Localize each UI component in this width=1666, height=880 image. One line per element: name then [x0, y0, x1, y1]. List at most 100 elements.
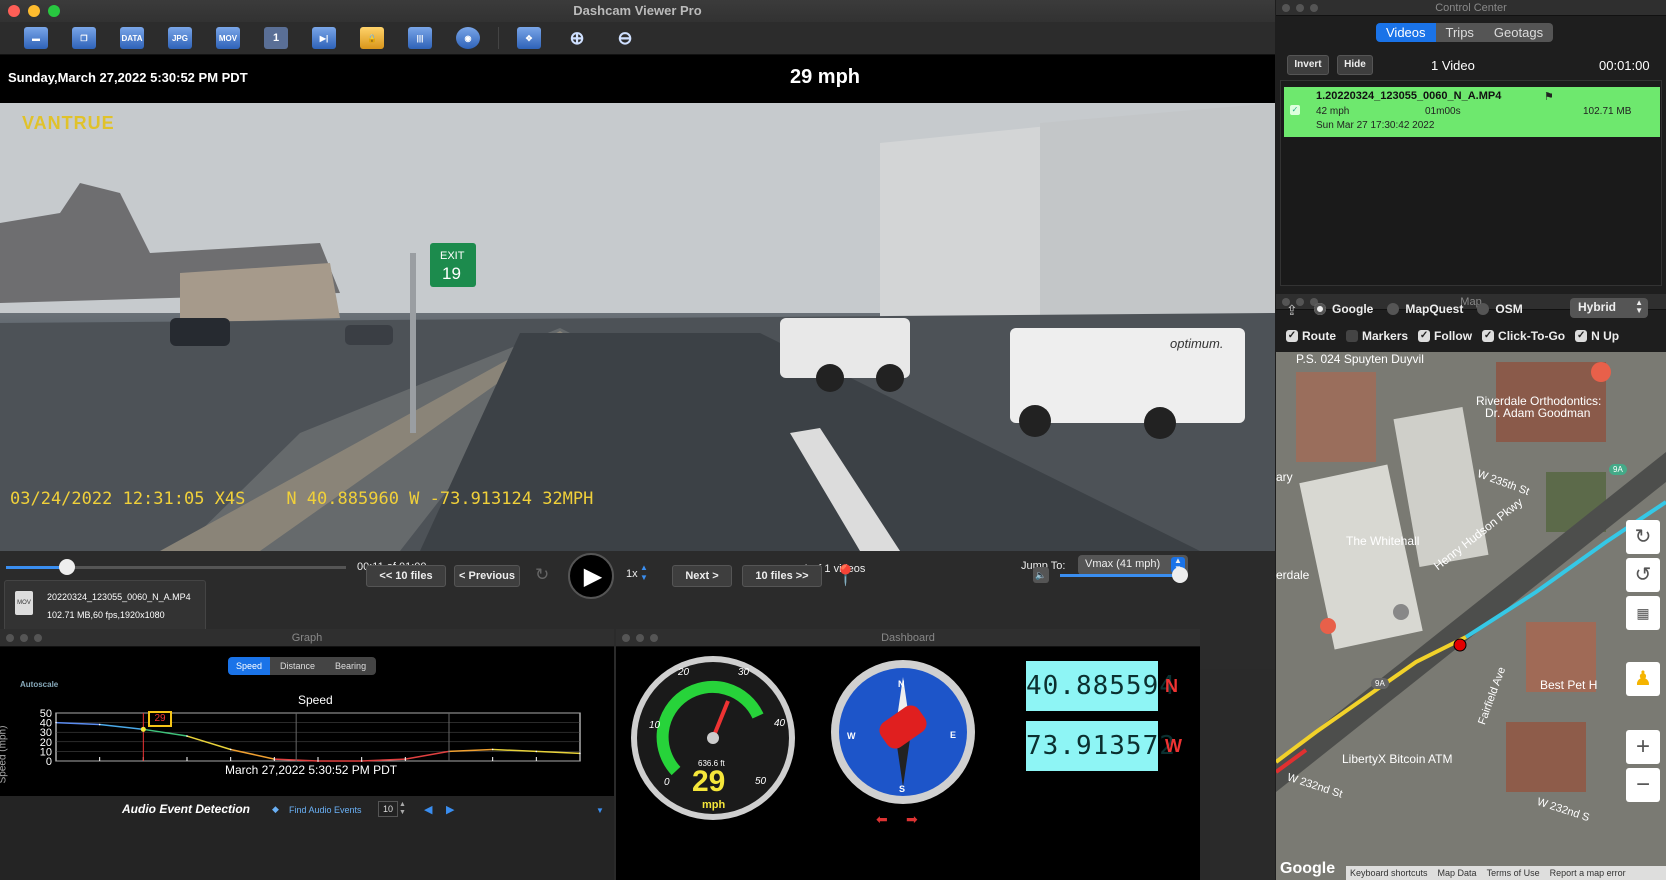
replay-icon[interactable]: ↻ [535, 565, 549, 585]
tab-trips[interactable]: Trips [1435, 23, 1484, 42]
option-markers[interactable]: Markers [1346, 329, 1408, 343]
previous-button[interactable]: < Previous [454, 565, 520, 587]
find-audio-events-link[interactable]: Find Audio Events [289, 805, 362, 815]
option-follow[interactable]: ✓ Follow [1418, 329, 1472, 343]
next-10-files-button[interactable]: 10 files >> [742, 565, 822, 587]
hide-button[interactable]: Hide [1337, 55, 1373, 75]
option-click-to-go[interactable]: ✓ Click-To-Go [1482, 329, 1565, 343]
total-duration: 00:01:00 [1599, 58, 1650, 73]
provider-mapquest-label: MapQuest [1405, 302, 1464, 316]
single-view-button[interactable]: 1 [252, 23, 300, 53]
close-button[interactable] [8, 5, 20, 17]
gauge-tick-10: 10 [649, 720, 661, 731]
record-button[interactable]: ◉ [444, 23, 492, 53]
footer-map-data[interactable]: Map Data [1438, 868, 1477, 878]
map-options: ✓ Route Markers ✓ Follow ✓ Click-To-Go ✓ N U… [1286, 329, 1629, 343]
seek-knob[interactable] [59, 559, 76, 575]
open-folder-button[interactable]: ▬ [12, 23, 60, 53]
video-checkbox[interactable]: ✓ [1290, 105, 1300, 115]
share-icon[interactable]: ⇪ [1286, 302, 1298, 319]
expand-chevron-icon[interactable]: ▼ [596, 806, 604, 815]
provider-google[interactable]: Google [1314, 302, 1373, 316]
tab-geotags[interactable]: Geotags [1483, 23, 1554, 42]
speaker-icon[interactable]: 🔈 [1033, 567, 1049, 583]
fullscreen-button[interactable]: ✥ [505, 23, 553, 53]
dashboard-titlebar: Dashboard [616, 629, 1200, 647]
footer-report-error[interactable]: Report a map error [1550, 868, 1626, 878]
provider-mapquest[interactable]: MapQuest [1387, 302, 1463, 316]
provider-osm[interactable]: OSM [1477, 302, 1523, 316]
seek-track[interactable] [6, 559, 346, 575]
speed-point [491, 748, 494, 751]
satellite-map[interactable]: P.S. 024 Spuyten Duyvil Riverdale Orthod… [1276, 352, 1666, 880]
map-window: Map ⇪ Google MapQuest OSM Hybrid ▲ ▼ ✓ Rou… [1276, 294, 1666, 880]
video-datetime: Sunday,March 27,2022 5:30:52 PM PDT [8, 70, 248, 85]
tab-distance[interactable]: Distance [270, 657, 326, 675]
tab-bearing[interactable]: Bearing [325, 657, 377, 675]
chart-ylabel: Speed (mph) [0, 725, 9, 784]
zoom-out-button[interactable]: ⊖ [601, 23, 649, 53]
tab-speed[interactable]: Speed [228, 657, 271, 675]
footer-keyboard-shortcuts[interactable]: Keyboard shortcuts [1350, 868, 1428, 878]
graph-title: Graph [291, 632, 323, 644]
playback-rate: 1x [626, 568, 638, 580]
next-button[interactable]: Next > [672, 565, 732, 587]
footer-terms[interactable]: Terms of Use [1487, 868, 1540, 878]
pegman-icon[interactable]: ♟ [1626, 662, 1660, 696]
volume-track[interactable] [1060, 567, 1188, 583]
video-overlay-text: 03/24/2022 12:31:05 X4S N 40.885960 W -7… [10, 489, 594, 509]
control-center-titlebar: Control Center [1276, 0, 1666, 16]
compass-w: W [847, 731, 856, 741]
prev-10-files-button[interactable]: << 10 files [366, 565, 446, 587]
copy-button[interactable]: ❐ [60, 23, 108, 53]
rate-stepper-icon[interactable]: ▲ ▼ [640, 563, 648, 583]
tab-videos[interactable]: Videos [1376, 23, 1436, 42]
map-type-select[interactable]: Hybrid ▲ ▼ [1570, 298, 1648, 318]
video-list-item[interactable]: ✓ 1.20220324_123055_0060_N_A.MP4 ⚑ 42 mp… [1284, 87, 1660, 137]
map-zoom-in-button[interactable]: + [1626, 730, 1660, 764]
map-rotate-ccw-button[interactable]: ↺ [1626, 558, 1660, 592]
speed-line-segment [186, 735, 231, 751]
gauge-tick-50: 50 [755, 776, 767, 787]
speed-point [579, 752, 581, 755]
video-item-name: 1.20220324_123055_0060_N_A.MP4 [1316, 90, 1502, 102]
speed-line-segment [405, 750, 450, 760]
speed-chart[interactable]: 50403020100 [30, 709, 590, 769]
option-n-up[interactable]: ✓ N Up [1575, 329, 1619, 343]
threshold-field[interactable]: 10 [378, 801, 398, 817]
volume-knob[interactable] [1171, 567, 1188, 583]
threshold-stepper-icon[interactable]: ▲ ▼ [399, 801, 406, 817]
timeline-button[interactable]: ▶| [300, 23, 348, 53]
jpg-export-button[interactable]: JPG [156, 23, 204, 53]
toolbar: ▬ ❐ DATA JPG MOV 1 ▶| 🔒 ||| ◉ ✥ ⊕ ⊖ [0, 22, 1275, 55]
minimize-button[interactable] [28, 5, 40, 17]
map-tilt-button[interactable]: ▦ [1626, 596, 1660, 630]
speed-point [404, 758, 407, 760]
maximize-button[interactable] [48, 5, 60, 17]
prev-event-icon[interactable]: ◀ [424, 803, 432, 816]
location-pin-icon[interactable]: 📍 [833, 563, 858, 588]
video-frame[interactable]: EXIT 19 optimum. VANTRUE 03/24/2022 12:3… [0, 103, 1275, 551]
audio-button[interactable]: ||| [396, 23, 444, 53]
lock-button[interactable]: 🔒 [348, 23, 396, 53]
rotate-right-icon[interactable]: ➡ [906, 811, 918, 828]
rotate-left-icon[interactable]: ⬅ [876, 811, 888, 828]
data-export-button[interactable]: DATA [108, 23, 156, 53]
mov-export-button[interactable]: MOV [204, 23, 252, 53]
map-imagery [1276, 352, 1666, 880]
autoscale-label[interactable]: Autoscale [20, 680, 58, 689]
current-position-dot [140, 726, 146, 732]
option-route[interactable]: ✓ Route [1286, 329, 1336, 343]
movie-file-icon: MOV [15, 591, 33, 615]
map-zoom-out-button[interactable]: − [1626, 768, 1660, 802]
play-button[interactable]: ▶ [568, 553, 614, 599]
map-rotate-cw-button[interactable]: ↻ [1626, 520, 1660, 554]
record-icon: ◉ [456, 27, 480, 49]
next-event-icon[interactable]: ▶ [446, 803, 454, 816]
longitude-display: 73.913572 [1026, 721, 1175, 771]
compass-n: N [898, 679, 905, 689]
invert-button[interactable]: Invert [1287, 55, 1329, 75]
speed-point [98, 723, 101, 726]
zoom-in-button[interactable]: ⊕ [553, 23, 601, 53]
map-label-dale: erdale [1276, 568, 1310, 582]
